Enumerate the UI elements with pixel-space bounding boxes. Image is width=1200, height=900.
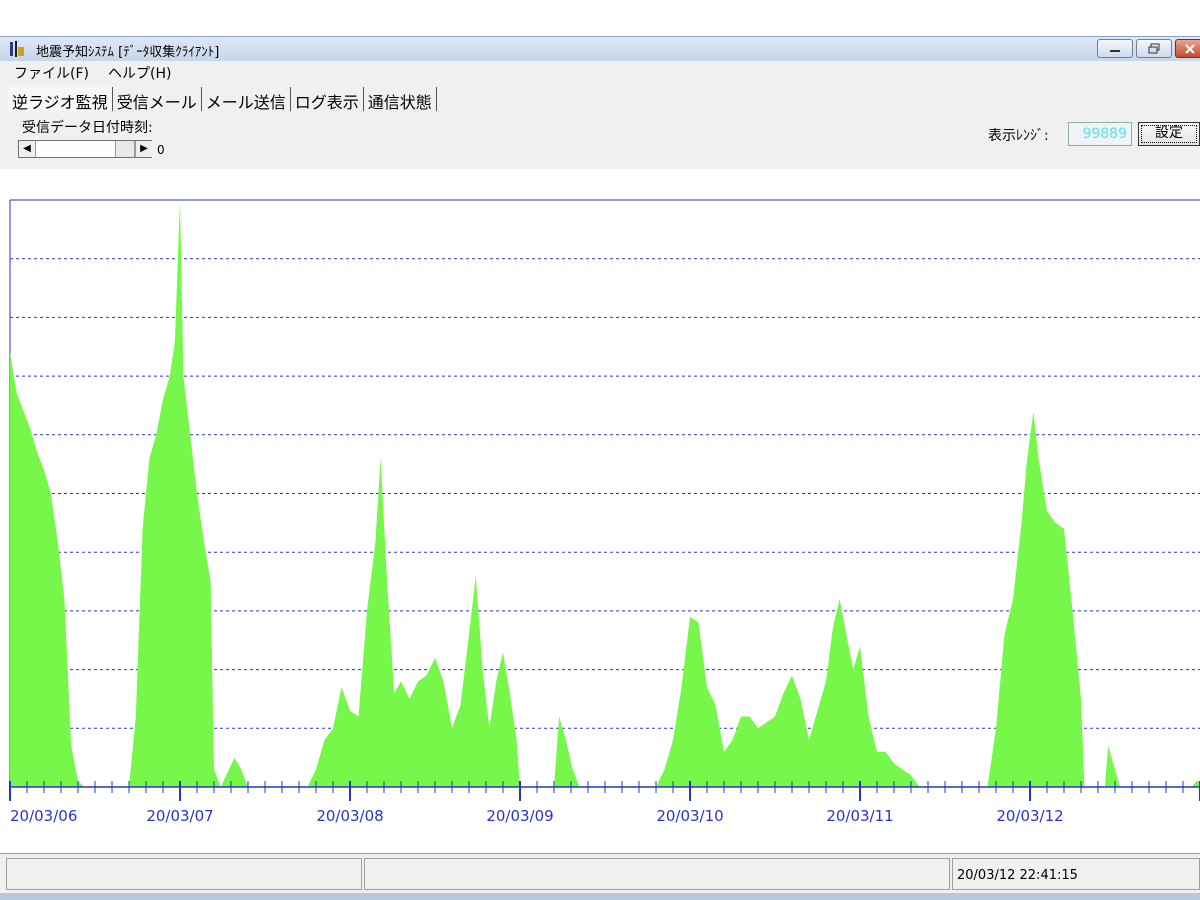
restore-button[interactable] — [1136, 39, 1172, 58]
x-tick-label: 20/03/07 — [146, 807, 213, 825]
x-tick-label: 20/03/11 — [826, 807, 893, 825]
datetime-scrollbar[interactable]: ◀ ▶ — [18, 140, 152, 158]
waveform-chart: 20/03/06 20/03/07 20/03/08 20/03/09 20/03/10… — [0, 169, 1200, 853]
close-icon — [1185, 43, 1195, 54]
status-middle — [364, 858, 950, 890]
menu-help[interactable]: ヘルプ(H) — [108, 63, 171, 83]
menu-bar: ファイル(F) ヘルプ(H) — [0, 61, 1200, 83]
receive-datetime-label: 受信データ日付時刻: — [22, 120, 153, 136]
scroll-left-icon[interactable]: ◀ — [19, 141, 36, 157]
close-button[interactable] — [1175, 39, 1200, 58]
scroll-right-icon[interactable]: ▶ — [135, 141, 152, 157]
tab-received-mail[interactable]: 受信メール — [113, 87, 202, 112]
chart-svg: 20/03/06 20/03/07 20/03/08 20/03/09 20/03/10… — [9, 199, 1200, 825]
menu-file[interactable]: ファイル(F) — [14, 63, 89, 83]
x-tick-label: 20/03/12 — [996, 807, 1063, 825]
tab-reverse-radio-monitor[interactable]: 逆ラジオ監視 — [8, 87, 113, 112]
restore-icon — [1148, 43, 1160, 54]
scroll-thumb[interactable] — [115, 141, 135, 157]
x-tick-label: 20/03/08 — [316, 807, 383, 825]
app-icon — [10, 41, 24, 57]
minimize-icon — [1110, 49, 1120, 52]
minimize-button[interactable] — [1097, 39, 1133, 58]
tab-connection-status[interactable]: 通信状態 — [364, 87, 437, 112]
status-left — [6, 858, 362, 890]
tab-send-mail[interactable]: メール送信 — [202, 87, 291, 112]
x-tick-label: 20/03/10 — [656, 807, 723, 825]
display-range-input[interactable] — [1068, 122, 1132, 146]
status-bar: 20/03/12 22:41:15 — [0, 853, 1200, 894]
scroll-value: 0 — [157, 143, 165, 157]
display-range-label: 表示ﾚﾝｼﾞ: — [988, 128, 1049, 144]
status-datetime: 20/03/12 22:41:15 — [952, 858, 1200, 890]
control-panel: 逆ラジオ監視 受信メール メール送信 ログ表示 通信状態 受信データ日付時刻: … — [0, 83, 1200, 169]
tab-strip: 逆ラジオ監視 受信メール メール送信 ログ表示 通信状態 — [8, 87, 437, 113]
x-tick-label: 20/03/09 — [486, 807, 553, 825]
window-title: 地震予知ｼｽﾃﾑ [ﾃﾞｰﾀ収集ｸﾗｲｱﾝﾄ] — [36, 45, 220, 60]
x-tick-label: 20/03/06 — [10, 807, 77, 825]
os-taskbar — [0, 893, 1200, 900]
tab-log-view[interactable]: ログ表示 — [291, 87, 364, 112]
title-bar: 地震予知ｼｽﾃﾑ [ﾃﾞｰﾀ収集ｸﾗｲｱﾝﾄ] — [0, 36, 1200, 61]
set-button[interactable]: 設定 — [1138, 122, 1200, 146]
